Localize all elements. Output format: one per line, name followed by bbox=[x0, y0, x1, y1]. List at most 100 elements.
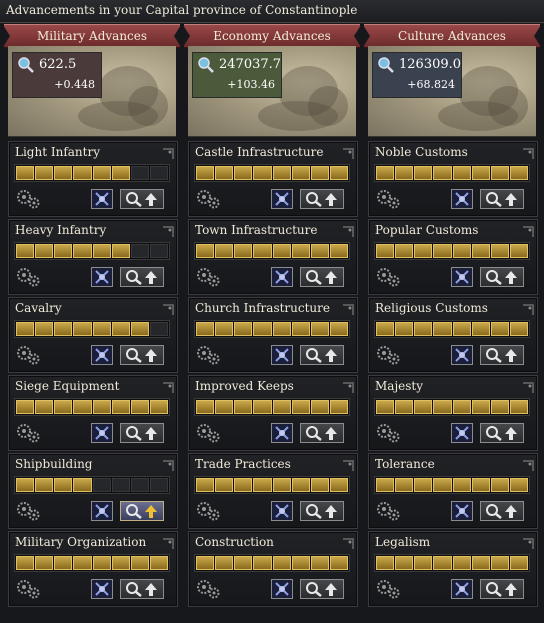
tech-progress-bar bbox=[14, 554, 170, 572]
gears-icon bbox=[15, 422, 41, 444]
crest-icon[interactable] bbox=[451, 189, 473, 209]
tech-name: Light Infantry bbox=[15, 145, 100, 159]
progress-segment-empty bbox=[130, 166, 149, 180]
progress-segment-filled bbox=[253, 556, 272, 570]
tech-card: Church Infrastructure bbox=[188, 297, 358, 373]
tech-card: Cavalry bbox=[8, 297, 178, 373]
progress-segment-filled bbox=[291, 244, 310, 258]
crest-icon[interactable] bbox=[451, 423, 473, 443]
research-focus-button[interactable] bbox=[480, 579, 524, 599]
crest-icon[interactable] bbox=[271, 345, 293, 365]
progress-segment-filled bbox=[509, 400, 528, 414]
progress-segment-filled bbox=[234, 478, 253, 492]
crest-icon[interactable] bbox=[271, 579, 293, 599]
points-rate: +103.46 bbox=[227, 78, 275, 91]
crest-icon[interactable] bbox=[451, 345, 473, 365]
magnifier-quill-icon bbox=[17, 56, 35, 74]
gears-icon bbox=[375, 578, 401, 600]
column-header: Culture Advances bbox=[363, 24, 541, 48]
tech-name: Popular Customs bbox=[375, 223, 479, 237]
tech-name: Heavy Infantry bbox=[15, 223, 107, 237]
tech-name: Cavalry bbox=[15, 301, 62, 315]
corner-ornament-icon bbox=[342, 379, 354, 393]
corner-ornament-icon bbox=[342, 301, 354, 315]
points-panel: 622.5 +0.448 bbox=[12, 52, 102, 98]
research-focus-button[interactable] bbox=[120, 423, 164, 443]
crest-icon[interactable] bbox=[91, 501, 113, 521]
crest-icon[interactable] bbox=[451, 501, 473, 521]
crest-icon[interactable] bbox=[91, 345, 113, 365]
tech-progress-bar bbox=[194, 164, 350, 182]
corner-ornament-icon bbox=[162, 301, 174, 315]
progress-segment-filled bbox=[234, 400, 253, 414]
progress-segment-filled bbox=[329, 478, 348, 492]
research-focus-button[interactable] bbox=[480, 423, 524, 443]
progress-segment-filled bbox=[291, 166, 310, 180]
research-focus-button[interactable] bbox=[300, 501, 344, 521]
tech-card: Shipbuilding bbox=[8, 453, 178, 529]
tech-card: Noble Customs bbox=[368, 141, 538, 217]
research-focus-button[interactable] bbox=[300, 267, 344, 287]
research-focus-button[interactable] bbox=[300, 579, 344, 599]
research-focus-button[interactable] bbox=[480, 267, 524, 287]
research-focus-button[interactable] bbox=[120, 267, 164, 287]
crest-icon[interactable] bbox=[271, 189, 293, 209]
gears-icon bbox=[195, 422, 221, 444]
crest-icon[interactable] bbox=[271, 423, 293, 443]
progress-segment-empty bbox=[149, 244, 168, 258]
crest-icon[interactable] bbox=[91, 423, 113, 443]
tech-card: Military Organization bbox=[8, 531, 178, 607]
progress-segment-filled bbox=[471, 400, 490, 414]
crest-icon[interactable] bbox=[91, 189, 113, 209]
gears-icon bbox=[375, 500, 401, 522]
research-focus-button[interactable] bbox=[120, 579, 164, 599]
progress-segment-filled bbox=[16, 478, 35, 492]
tech-name: Town Infrastructure bbox=[195, 223, 318, 237]
research-focus-button[interactable] bbox=[300, 189, 344, 209]
progress-segment-filled bbox=[329, 166, 348, 180]
tech-progress-bar bbox=[194, 242, 350, 260]
progress-segment-filled bbox=[291, 478, 310, 492]
progress-segment-filled bbox=[253, 478, 272, 492]
corner-ornament-icon bbox=[162, 145, 174, 159]
tech-card: Heavy Infantry bbox=[8, 219, 178, 295]
progress-segment-filled bbox=[215, 166, 234, 180]
points-rate: +68.824 bbox=[407, 78, 455, 91]
progress-segment-filled bbox=[35, 478, 54, 492]
tech-card: Town Infrastructure bbox=[188, 219, 358, 295]
progress-segment-filled bbox=[16, 166, 35, 180]
research-focus-button[interactable] bbox=[300, 423, 344, 443]
tech-name: Religious Customs bbox=[375, 301, 488, 315]
tech-name: Castle Infrastructure bbox=[195, 145, 324, 159]
progress-segment-filled bbox=[149, 400, 168, 414]
progress-segment-filled bbox=[253, 244, 272, 258]
crest-icon[interactable] bbox=[271, 267, 293, 287]
progress-segment-empty bbox=[130, 478, 149, 492]
window-title-bar: Advancements in your Capital province of… bbox=[0, 0, 544, 23]
progress-segment-filled bbox=[509, 478, 528, 492]
progress-segment-filled bbox=[73, 244, 92, 258]
corner-ornament-icon bbox=[162, 223, 174, 237]
points-panel: 126309.0 +68.824 bbox=[372, 52, 462, 98]
research-focus-button[interactable] bbox=[300, 345, 344, 365]
crest-icon[interactable] bbox=[451, 267, 473, 287]
research-focus-button[interactable] bbox=[120, 345, 164, 365]
progress-segment-filled bbox=[272, 478, 291, 492]
research-focus-button[interactable] bbox=[480, 345, 524, 365]
research-focus-button[interactable] bbox=[120, 501, 164, 521]
research-focus-button[interactable] bbox=[480, 189, 524, 209]
gears-icon bbox=[15, 500, 41, 522]
crest-icon[interactable] bbox=[271, 501, 293, 521]
tech-card: Castle Infrastructure bbox=[188, 141, 358, 217]
progress-segment-filled bbox=[54, 556, 73, 570]
crest-icon[interactable] bbox=[91, 579, 113, 599]
crest-icon[interactable] bbox=[91, 267, 113, 287]
research-focus-button[interactable] bbox=[120, 189, 164, 209]
tech-progress-bar bbox=[374, 242, 530, 260]
crest-icon[interactable] bbox=[451, 579, 473, 599]
research-focus-button[interactable] bbox=[480, 501, 524, 521]
progress-segment-filled bbox=[509, 166, 528, 180]
progress-segment-filled bbox=[376, 322, 395, 336]
progress-segment-filled bbox=[111, 400, 130, 414]
tech-progress-bar bbox=[14, 398, 170, 416]
